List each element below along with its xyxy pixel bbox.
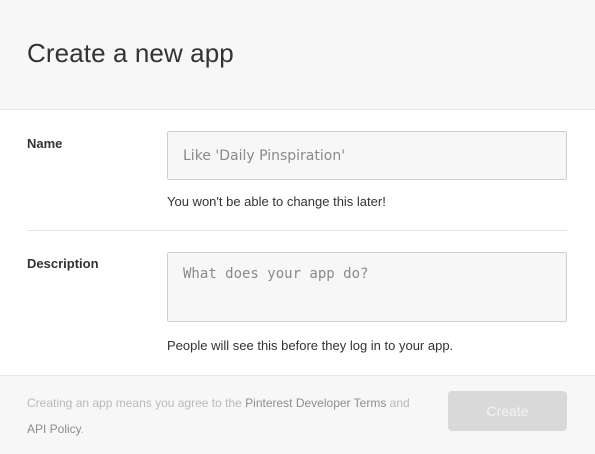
create-app-dialog: Create a new app Name You won't be able … <box>0 0 595 454</box>
description-label: Description <box>27 256 99 271</box>
dialog-footer: Creating an app means you agree to the P… <box>0 375 595 454</box>
api-policy-link[interactable]: API Policy <box>27 422 81 436</box>
app-description-input[interactable] <box>167 252 567 322</box>
name-label: Name <box>27 136 63 151</box>
divider <box>27 230 567 231</box>
name-help-text: You won't be able to change this later! <box>167 194 386 209</box>
description-help-text: People will see this before they log in … <box>167 338 454 353</box>
terms-suffix: . <box>80 422 85 436</box>
create-button[interactable]: Create <box>448 391 567 431</box>
developer-terms-link[interactable]: Pinterest Developer Terms <box>245 396 386 410</box>
terms-middle: and <box>386 396 410 410</box>
page-title: Create a new app <box>27 38 234 68</box>
app-name-input[interactable] <box>167 131 567 180</box>
terms-notice: Creating an app means you agree to the P… <box>27 390 427 442</box>
dialog-header: Create a new app <box>0 0 595 110</box>
terms-prefix: Creating an app means you agree to the <box>27 396 246 410</box>
